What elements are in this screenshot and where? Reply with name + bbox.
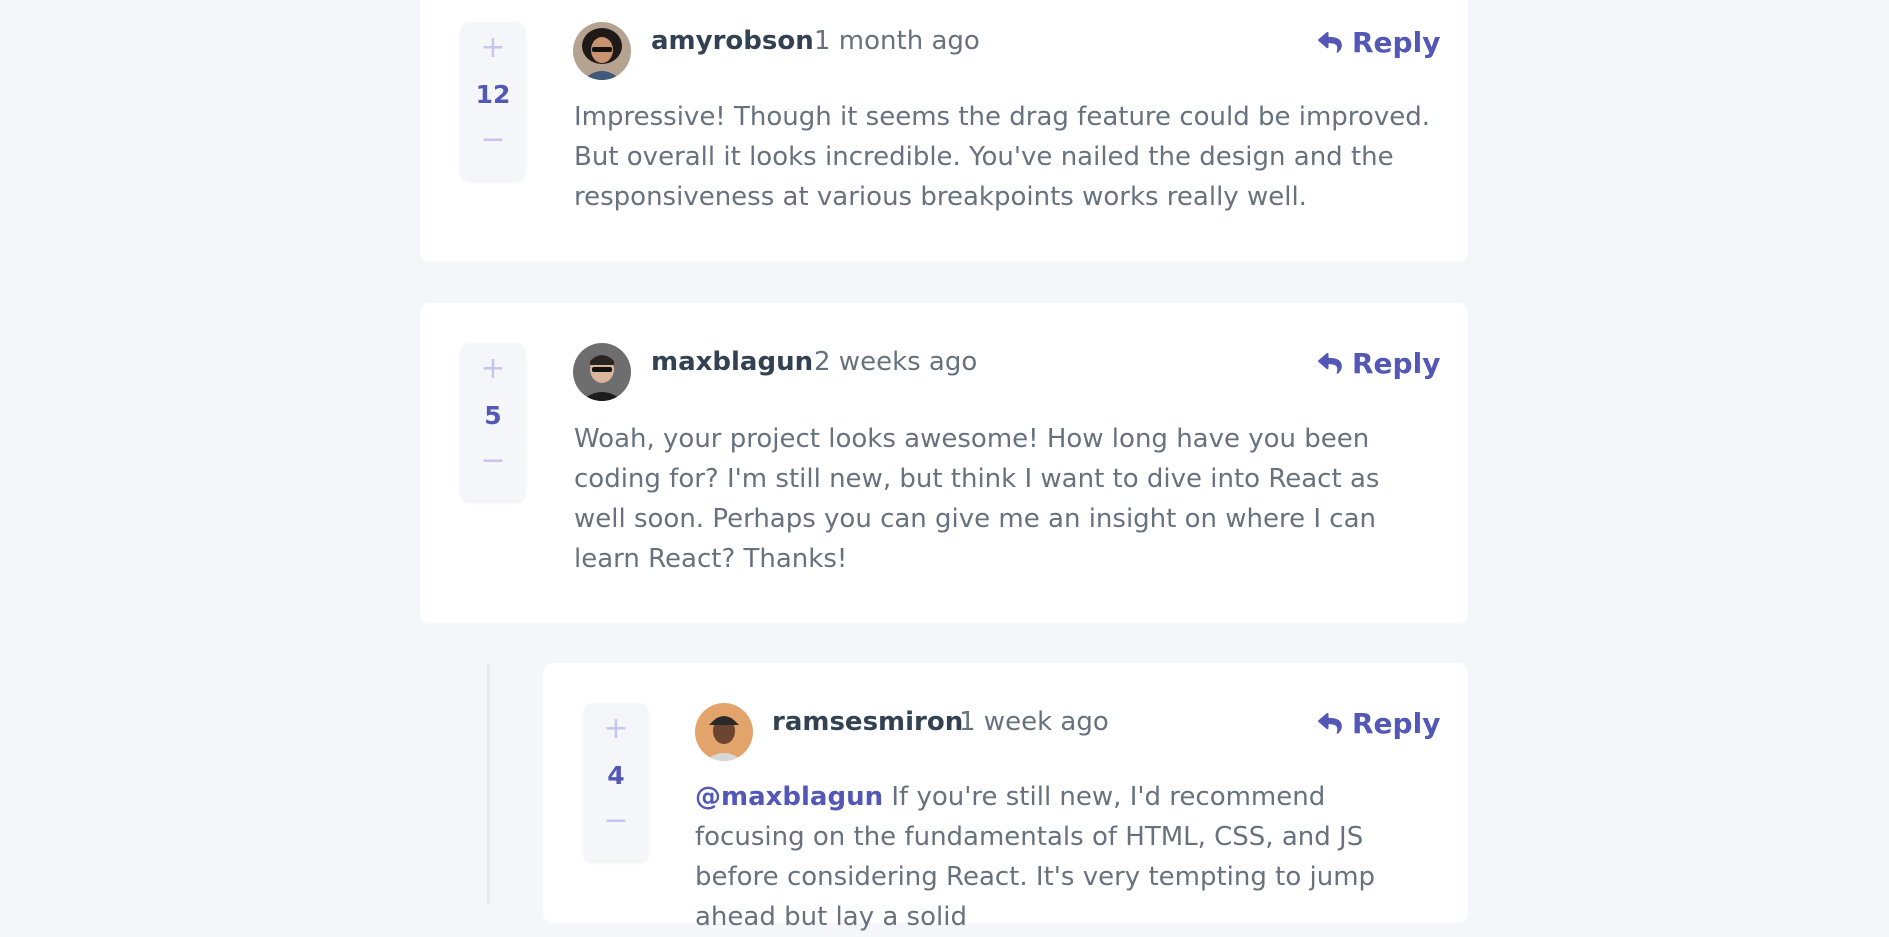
comment-username[interactable]: ramsesmiron [772, 707, 963, 737]
comment-timestamp: 1 week ago [959, 707, 1109, 737]
vote-score: 12 [475, 79, 511, 109]
reply-thread-line [487, 664, 490, 904]
comment-body: Woah, your project looks awesome! How lo… [574, 424, 1380, 574]
avatar-ramsesmiron-icon [695, 703, 753, 761]
vote-control: + 4 − [583, 703, 649, 861]
comment-card: + 5 − maxblagun 2 weeks ago Reply Woah, … [420, 303, 1468, 623]
comment-username[interactable]: maxblagun [651, 347, 813, 377]
comment-body: Impressive! Though it seems the drag fea… [574, 102, 1430, 212]
avatar [573, 343, 631, 401]
reply-button[interactable]: Reply [1318, 347, 1440, 380]
avatar-maxblagun-icon [573, 343, 631, 401]
comment-card: + 12 − amyrobson 1 month ago Reply Impre… [420, 0, 1468, 262]
downvote-minus-icon[interactable]: − [460, 120, 526, 160]
comment-timestamp: 1 month ago [814, 26, 980, 56]
vote-score: 5 [484, 400, 502, 430]
reply-icon [1318, 31, 1342, 53]
reply-icon [1318, 712, 1342, 734]
reply-icon [1318, 352, 1342, 374]
avatar [695, 703, 753, 761]
reply-comment-card: + 4 − ramsesmiron 1 week ago Reply @maxb… [543, 663, 1468, 932]
reply-button[interactable]: Reply [1318, 26, 1440, 59]
downvote-minus-icon[interactable]: − [460, 441, 526, 481]
reply-label: Reply [1352, 26, 1441, 59]
reply-label: Reply [1352, 347, 1441, 380]
vote-control: + 5 − [460, 343, 526, 501]
vote-score: 4 [607, 760, 625, 790]
comment-timestamp: 2 weeks ago [814, 347, 978, 377]
mention-link[interactable]: @maxblagun [695, 782, 883, 812]
reply-label: Reply [1352, 707, 1441, 740]
downvote-minus-icon[interactable]: − [583, 801, 649, 841]
upvote-plus-icon[interactable]: + [460, 349, 526, 389]
vote-control: + 12 − [460, 22, 526, 180]
comment-username[interactable]: amyrobson [651, 26, 814, 56]
avatar [573, 22, 631, 80]
upvote-plus-icon[interactable]: + [583, 709, 649, 749]
avatar-amyrobson-icon [573, 22, 631, 80]
upvote-plus-icon[interactable]: + [460, 28, 526, 68]
reply-button[interactable]: Reply [1318, 707, 1440, 740]
comment-body: @maxblagun If you're still new, I'd reco… [695, 777, 1435, 937]
